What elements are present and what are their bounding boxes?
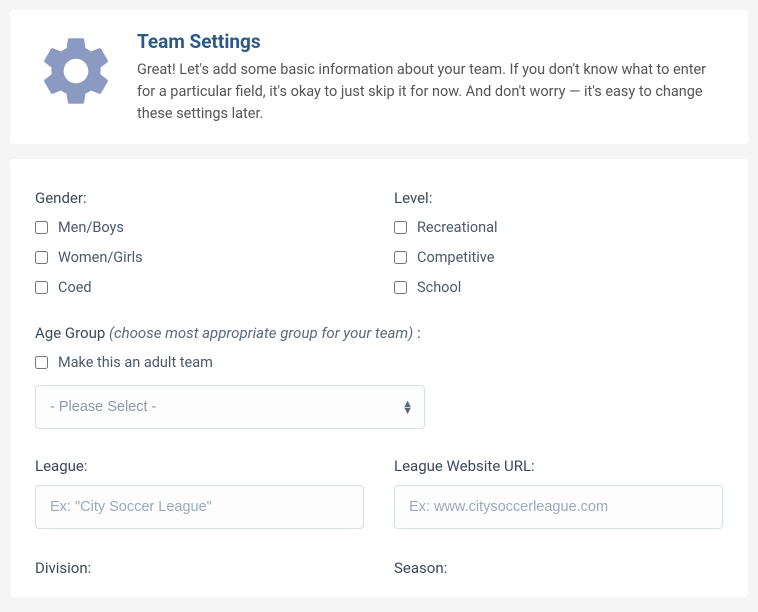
age-group-select[interactable]: - Please Select - <box>35 385 425 429</box>
division-label: Division: <box>35 559 364 577</box>
checkbox-label[interactable]: Recreational <box>417 219 498 236</box>
checkbox-label[interactable]: Men/Boys <box>58 219 124 236</box>
level-option-competitive[interactable]: Competitive <box>394 249 723 266</box>
level-label: Level: <box>394 189 723 207</box>
season-group: Season: <box>394 559 723 587</box>
checkbox-men-boys[interactable] <box>35 221 48 234</box>
adult-team-option[interactable]: Make this an adult team <box>35 354 723 371</box>
checkbox-label[interactable]: Make this an adult team <box>58 354 213 371</box>
checkbox-label[interactable]: Competitive <box>417 249 494 266</box>
checkbox-label[interactable]: Women/Girls <box>58 249 143 266</box>
gender-option-men[interactable]: Men/Boys <box>35 219 364 236</box>
checkbox-school[interactable] <box>394 281 407 294</box>
league-group: League: <box>35 457 364 529</box>
league-url-label: League Website URL: <box>394 457 723 475</box>
header-content: Team Settings Great! Let's add some basi… <box>137 30 723 124</box>
gender-label: Gender: <box>35 189 364 207</box>
age-group-label: Age Group (choose most appropriate group… <box>35 324 723 342</box>
gender-option-women[interactable]: Women/Girls <box>35 249 364 266</box>
league-url-group: League Website URL: <box>394 457 723 529</box>
checkbox-label[interactable]: Coed <box>58 279 92 296</box>
gender-group: Gender: Men/Boys Women/Girls Coed <box>35 189 364 296</box>
checkbox-label[interactable]: School <box>417 279 461 296</box>
league-input[interactable] <box>35 485 364 529</box>
division-group: Division: <box>35 559 364 587</box>
header-card: Team Settings Great! Let's add some basi… <box>10 10 748 144</box>
league-label: League: <box>35 457 364 475</box>
level-option-recreational[interactable]: Recreational <box>394 219 723 236</box>
page-description: Great! Let's add some basic information … <box>137 59 723 124</box>
level-group: Level: Recreational Competitive School <box>394 189 723 296</box>
page-title: Team Settings <box>137 30 723 53</box>
checkbox-adult-team[interactable] <box>35 356 48 369</box>
league-url-input[interactable] <box>394 485 723 529</box>
age-group-section: Age Group (choose most appropriate group… <box>35 324 723 429</box>
checkbox-coed[interactable] <box>35 281 48 294</box>
checkbox-recreational[interactable] <box>394 221 407 234</box>
gear-icon <box>35 30 117 112</box>
checkbox-women-girls[interactable] <box>35 251 48 264</box>
level-option-school[interactable]: School <box>394 279 723 296</box>
gender-option-coed[interactable]: Coed <box>35 279 364 296</box>
season-label: Season: <box>394 559 723 577</box>
form-card: Gender: Men/Boys Women/Girls Coed Level: <box>10 159 748 597</box>
checkbox-competitive[interactable] <box>394 251 407 264</box>
